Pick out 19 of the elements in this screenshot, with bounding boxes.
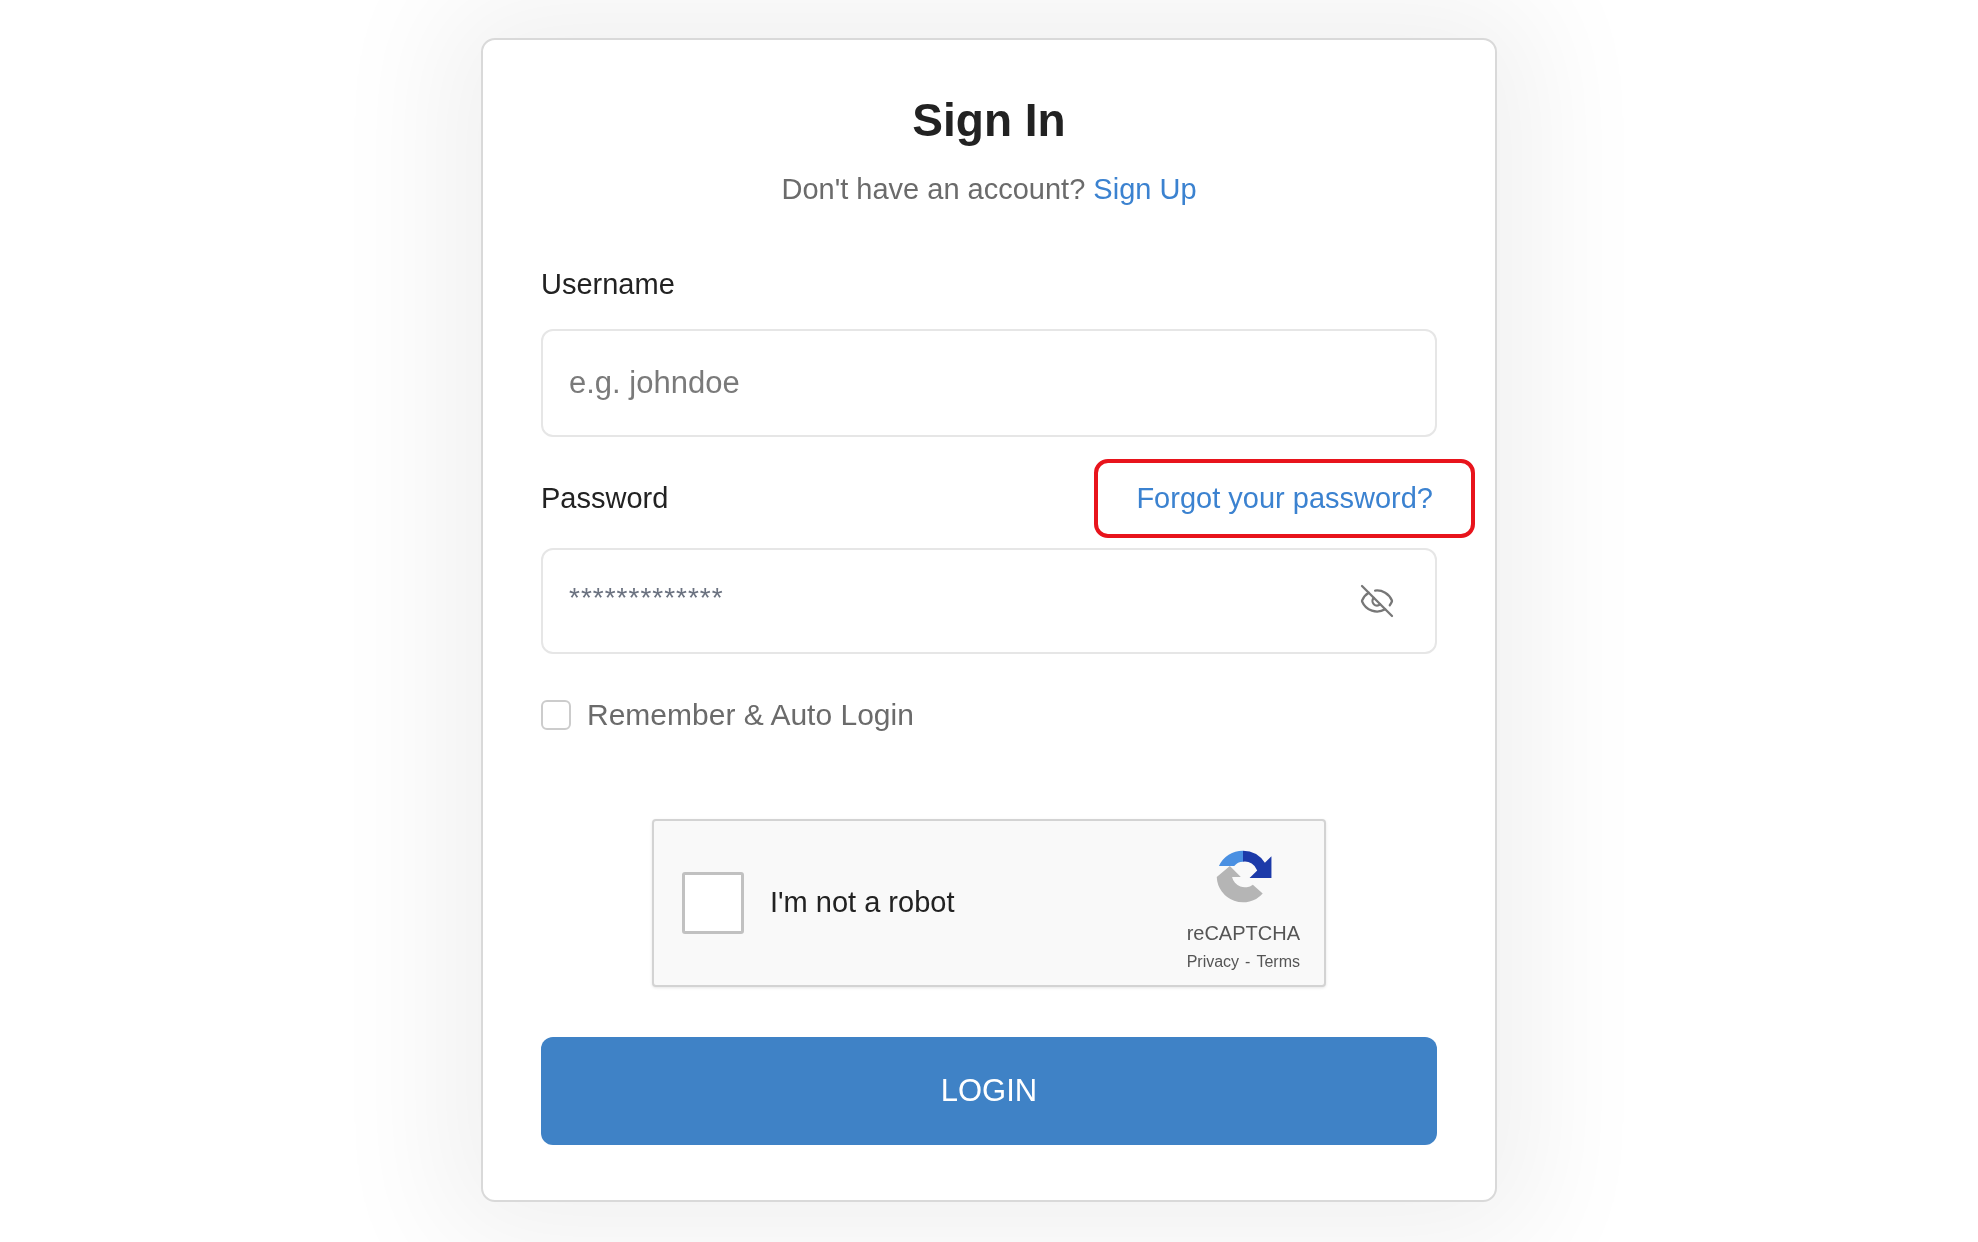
captcha-checkbox[interactable] bbox=[682, 872, 744, 934]
password-label: Password bbox=[541, 480, 669, 516]
username-label: Username bbox=[541, 267, 676, 302]
remember-checkbox[interactable] bbox=[541, 699, 571, 730]
privacy-link[interactable]: Privacy bbox=[1186, 950, 1240, 974]
eye-off-icon[interactable] bbox=[1359, 583, 1395, 619]
forgot-password-link[interactable]: Forgot your password? bbox=[1094, 458, 1475, 538]
terms-link[interactable]: Terms bbox=[1256, 950, 1300, 974]
password-value: ************* bbox=[569, 581, 724, 615]
username-field[interactable]: e.g. johndoe bbox=[541, 328, 1437, 437]
link-separator: - bbox=[1245, 952, 1251, 972]
login-button[interactable]: LOGIN bbox=[541, 1037, 1437, 1145]
password-field[interactable]: ************* bbox=[541, 548, 1437, 654]
captcha-label: I'm not a robot bbox=[770, 885, 956, 921]
recaptcha-brand: reCAPTCHA bbox=[1186, 921, 1300, 946]
page-title: Sign In bbox=[911, 93, 1067, 148]
signup-prompt: Don't have an account? Sign Up bbox=[780, 171, 1198, 207]
remember-label: Remember & Auto Login bbox=[587, 697, 914, 733]
sign-up-link[interactable]: Sign Up bbox=[1093, 172, 1197, 205]
